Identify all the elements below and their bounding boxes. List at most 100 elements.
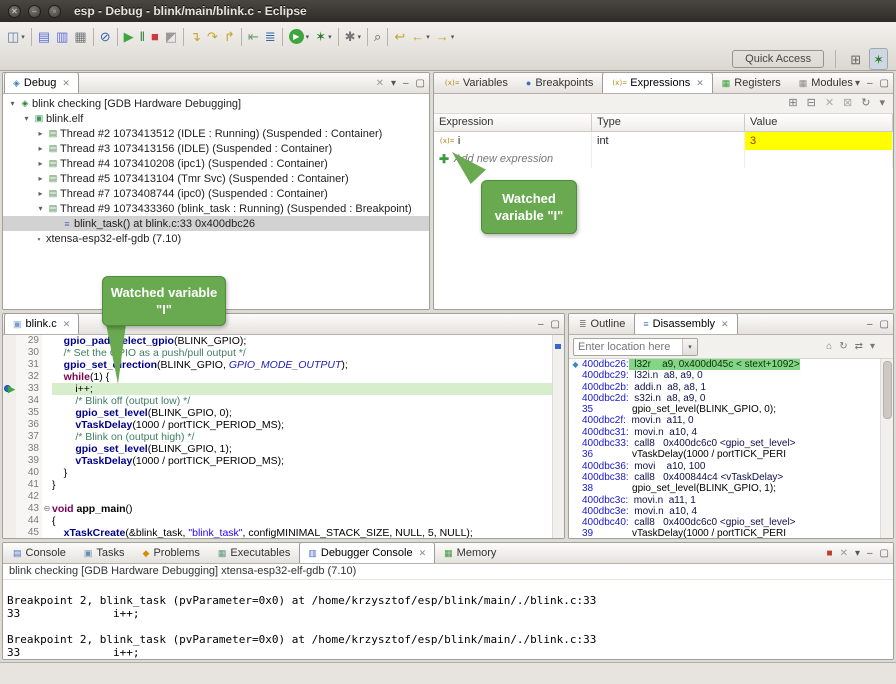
- twisty-icon[interactable]: ▸: [35, 174, 46, 183]
- tab-outline[interactable]: ≣Outline: [570, 313, 634, 334]
- annotation-ruler-cell[interactable]: [3, 347, 16, 359]
- step-over-button[interactable]: ↷: [204, 26, 221, 48]
- tab-registers[interactable]: ▦Registers: [713, 72, 790, 93]
- annotation-ruler-cell[interactable]: [3, 359, 16, 371]
- suspend-button[interactable]: ‖: [137, 26, 148, 48]
- disassembly-row[interactable]: 400dbc2f: movi.n a11, 0: [569, 415, 893, 426]
- tab-debug[interactable]: ◈Debug✕: [4, 72, 79, 93]
- annotation-ruler-cell[interactable]: [3, 431, 16, 443]
- disassembly-row[interactable]: 400dbc38: call8 0x400844c4 <vTaskDelay>: [569, 472, 893, 483]
- disassembly-scrollbar[interactable]: [880, 359, 893, 539]
- minimize-icon[interactable]: –: [867, 320, 873, 330]
- code-line[interactable]: 39 vTaskDelay(1000 / portTICK_PERIOD_MS)…: [3, 455, 564, 467]
- line-number[interactable]: 41: [16, 479, 42, 491]
- twisty-icon[interactable]: ▸: [35, 144, 46, 153]
- line-number[interactable]: 44: [16, 515, 42, 527]
- open-perspective-button[interactable]: ⊞: [847, 48, 864, 70]
- view-menu-small-icon[interactable]: ▾: [879, 98, 885, 109]
- new-wizard-button[interactable]: ◫▾: [4, 26, 28, 48]
- disconnect-button[interactable]: ◩: [162, 26, 180, 48]
- disassembly-row[interactable]: 400dbc2d: s32i.n a8, a9, 0: [569, 393, 893, 404]
- instruction-stepping-button[interactable]: ≣: [262, 26, 279, 48]
- view-menu-icon[interactable]: ▾: [391, 79, 396, 89]
- code-line[interactable]: 35 gpio_set_level(BLINK_GPIO, 0);: [3, 407, 564, 419]
- annotation-ruler-cell[interactable]: [3, 467, 16, 479]
- line-number[interactable]: 33: [16, 383, 42, 395]
- disassembly-row[interactable]: 400dbc2b: addi.n a8, a8, 1: [569, 382, 893, 393]
- column-type[interactable]: Type: [592, 114, 745, 131]
- code-line[interactable]: ▶33 i++;: [3, 383, 564, 395]
- annotation-ruler-cell[interactable]: [3, 395, 16, 407]
- code-line[interactable]: 30 /* Set the GPIO as a push/pull output…: [3, 347, 564, 359]
- disassembly-row[interactable]: 400dbc40: call8 0x400dc6c0 <gpio_set_lev…: [569, 517, 893, 528]
- code-line[interactable]: 37 /* Blink on (output high) */: [3, 431, 564, 443]
- code-line[interactable]: 45 xTaskCreate(&blink_task, "blink_task"…: [3, 527, 564, 539]
- code-line[interactable]: 38 gpio_set_level(BLINK_GPIO, 1);: [3, 443, 564, 455]
- code-editor[interactable]: 29 gpio_pad_select_gpio(BLINK_GPIO);30 /…: [3, 335, 564, 539]
- remove-console-icon[interactable]: ✕: [840, 549, 848, 559]
- back-button[interactable]: ←▾: [408, 26, 433, 48]
- sync-icon[interactable]: ⇄: [855, 342, 863, 352]
- maximize-icon[interactable]: ▢: [880, 549, 889, 559]
- location-dropdown-icon[interactable]: ▾: [682, 339, 697, 355]
- debug-tree-item[interactable]: ≡blink_task() at blink.c:33 0x400dbc26: [3, 216, 429, 231]
- tab-tasks[interactable]: ▣Tasks: [75, 542, 134, 563]
- tab-disassembly[interactable]: ≡Disassembly✕: [634, 313, 737, 334]
- annotation-ruler-cell[interactable]: [3, 479, 16, 491]
- twisty-icon[interactable]: ▾: [35, 204, 46, 213]
- code-line[interactable]: 32 while(1) {: [3, 371, 564, 383]
- resume-button[interactable]: ▶: [121, 26, 137, 48]
- view-menu-icon[interactable]: ▾: [855, 549, 860, 559]
- tab-memory[interactable]: ▦Memory: [435, 542, 505, 563]
- line-number[interactable]: 40: [16, 467, 42, 479]
- twisty-icon[interactable]: ▸: [35, 159, 46, 168]
- home-icon[interactable]: ⌂: [826, 342, 832, 352]
- code-line[interactable]: 34 /* Blink off (output low) */: [3, 395, 564, 407]
- line-number[interactable]: 38: [16, 443, 42, 455]
- code-line[interactable]: 41}: [3, 479, 564, 491]
- line-number[interactable]: 37: [16, 431, 42, 443]
- run-button[interactable]: ▶▾: [286, 26, 313, 48]
- disassembly-row[interactable]: 400dbc29: l32i.n a8, a9, 0: [569, 370, 893, 381]
- debug-tree-item[interactable]: ▸▤Thread #4 1073410208 (ipc1) (Suspended…: [3, 156, 429, 171]
- disassembly-row[interactable]: 36 vTaskDelay(1000 / portTICK_PERI: [569, 449, 893, 460]
- menu-icon[interactable]: ▾: [870, 342, 875, 352]
- code-line[interactable]: 44{: [3, 515, 564, 527]
- remove-all-icon[interactable]: ⊠: [843, 98, 852, 109]
- tab-breakpoints[interactable]: ●Breakpoints: [517, 72, 603, 93]
- twisty-icon[interactable]: ▸: [35, 189, 46, 198]
- quick-access-button[interactable]: Quick Access: [732, 50, 824, 68]
- add-expression-row[interactable]: ✚ Add new expression: [434, 150, 893, 168]
- column-value[interactable]: Value: [745, 114, 893, 131]
- code-line[interactable]: 36 vTaskDelay(1000 / portTICK_PERIOD_MS)…: [3, 419, 564, 431]
- maximize-icon[interactable]: ▢: [551, 320, 560, 330]
- terminate-button[interactable]: ■: [148, 26, 162, 48]
- disassembly-row[interactable]: 400dbc36: movi a10, 100: [569, 461, 893, 472]
- disassembly-row[interactable]: 400dbc33: call8 0x400dc6c0 <gpio_set_lev…: [569, 438, 893, 449]
- debug-tree-item[interactable]: ▾▣blink.elf: [3, 111, 429, 126]
- remove-all-terminated-icon[interactable]: ✕: [376, 79, 384, 89]
- tab-blink-c[interactable]: ▣blink.c✕: [4, 313, 79, 334]
- disassembly-row[interactable]: 39 vTaskDelay(1000 / portTICK_PERI: [569, 528, 893, 539]
- expression-row[interactable]: (x)=iint3: [434, 132, 893, 150]
- code-line[interactable]: 43⊖void app_main(): [3, 503, 564, 515]
- tab-modules[interactable]: ▦Modules: [790, 72, 862, 93]
- line-number[interactable]: 35: [16, 407, 42, 419]
- window-minimize-button[interactable]: –: [28, 5, 41, 18]
- window-close-button[interactable]: ✕: [8, 5, 21, 18]
- debug-tree-item[interactable]: ▾▤Thread #9 1073433360 (blink_task : Run…: [3, 201, 429, 216]
- line-number[interactable]: 31: [16, 359, 42, 371]
- debug-tree-item[interactable]: ▸▤Thread #2 1073413512 (IDLE : Running) …: [3, 126, 429, 141]
- code-line[interactable]: 29 gpio_pad_select_gpio(BLINK_GPIO);: [3, 335, 564, 347]
- annotation-ruler-cell[interactable]: [3, 491, 16, 503]
- debug-tree-item[interactable]: ▪xtensa-esp32-elf-gdb (7.10): [3, 231, 429, 246]
- line-number[interactable]: 30: [16, 347, 42, 359]
- debug-tree-item[interactable]: ▸▤Thread #7 1073408744 (ipc0) (Suspended…: [3, 186, 429, 201]
- debug-button[interactable]: ✶▾: [312, 26, 334, 48]
- annotation-ruler-cell[interactable]: [3, 455, 16, 467]
- line-number[interactable]: 39: [16, 455, 42, 467]
- forward-button[interactable]: →▾: [433, 26, 458, 48]
- maximize-icon[interactable]: ▢: [880, 79, 889, 89]
- line-number[interactable]: 32: [16, 371, 42, 383]
- minimize-icon[interactable]: –: [867, 79, 873, 89]
